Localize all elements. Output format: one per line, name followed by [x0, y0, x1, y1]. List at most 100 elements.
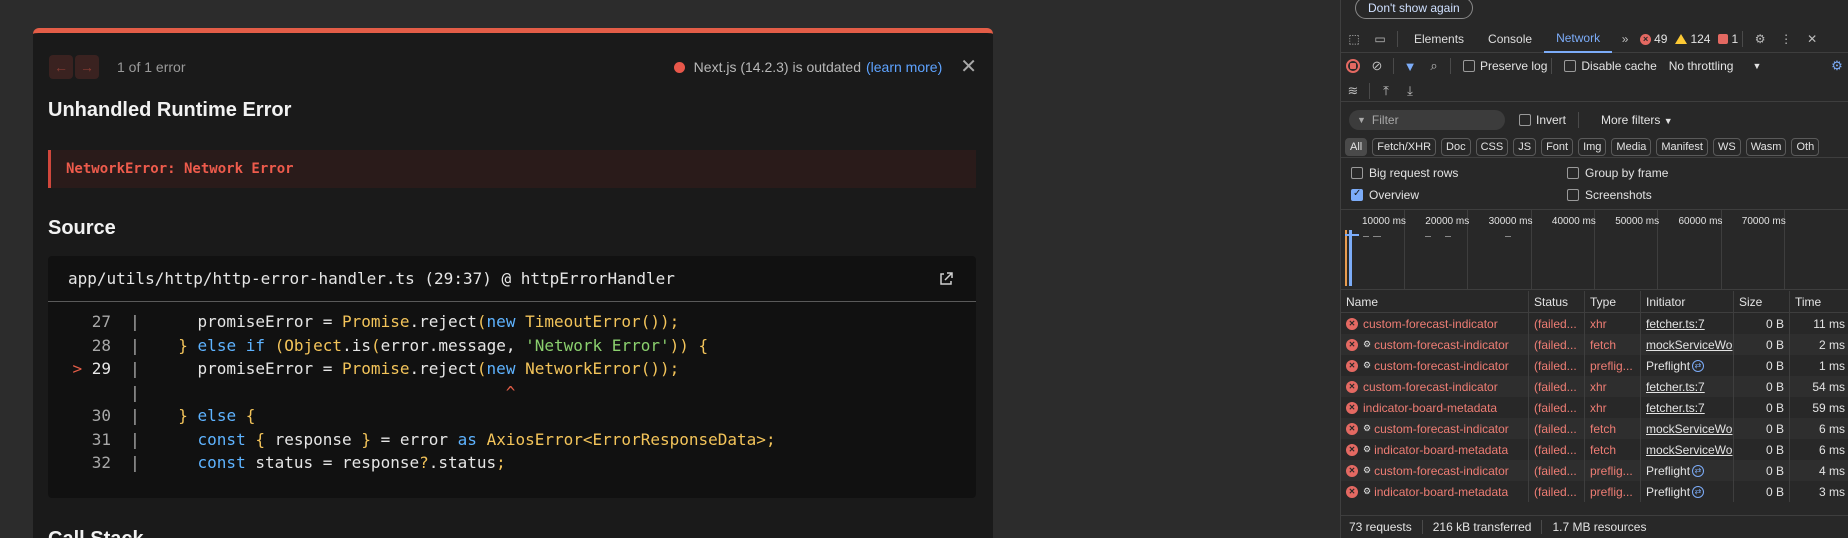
throttling-select[interactable]: No throttling ▼	[1669, 59, 1762, 73]
more-filters-dropdown[interactable]: More filters ▼	[1601, 113, 1673, 127]
type-filter-img[interactable]: Img	[1578, 137, 1607, 156]
table-row[interactable]: ✕ ⚙ indicator-board-metadata (failed... pref…	[1341, 481, 1848, 502]
more-filters-label: More filters	[1601, 113, 1661, 127]
column-header-time[interactable]: Time	[1790, 291, 1848, 312]
initiator-link[interactable]: mockServiceWo	[1646, 422, 1732, 436]
type-filter-font[interactable]: Font	[1541, 137, 1574, 156]
initiator-link[interactable]: fetcher.ts:7	[1646, 401, 1705, 415]
device-toolbar-icon[interactable]: ▭	[1367, 32, 1393, 46]
type-filter-oth[interactable]: Oth	[1791, 137, 1820, 156]
initiator-link[interactable]: mockServiceWo	[1646, 338, 1732, 352]
preserve-log-checkbox[interactable]: Preserve log	[1463, 59, 1547, 73]
dialog-header: ← → 1 of 1 error Next.js (14.2.3) is out…	[49, 55, 977, 79]
preflight-link-icon[interactable]: ⇄	[1692, 485, 1705, 498]
disable-cache-checkbox[interactable]: Disable cache	[1564, 59, 1657, 73]
initiator-link[interactable]: fetcher.ts:7	[1646, 380, 1705, 394]
table-row[interactable]: ✕ custom-forecast-indicator (failed... xhr f…	[1341, 313, 1848, 334]
close-icon[interactable]: ✕	[1799, 32, 1825, 46]
type-filter-ws[interactable]: WS	[1712, 137, 1741, 156]
console-badges[interactable]: × 49 124 1	[1640, 32, 1738, 46]
error-count: 49	[1654, 32, 1668, 46]
search-icon[interactable]: ⌕	[1422, 58, 1446, 74]
request-size: 0 B	[1734, 313, 1790, 334]
gear-icon[interactable]: ⚙	[1747, 32, 1773, 46]
network-conditions-icon[interactable]: ≋	[1341, 83, 1365, 99]
type-filter-media[interactable]: Media	[1611, 137, 1652, 156]
table-row[interactable]: ✕ ⚙ custom-forecast-indicator (failed... pre…	[1341, 460, 1848, 481]
tab-elements[interactable]: Elements	[1402, 26, 1476, 53]
column-header-name[interactable]: Name	[1341, 291, 1529, 312]
request-name-text: custom-forecast-indicator	[1363, 316, 1498, 331]
initiator-link[interactable]: mockServiceWo	[1646, 443, 1732, 457]
error-icon: ✕	[1346, 401, 1358, 414]
column-header-initiator[interactable]: Initiator	[1641, 291, 1734, 312]
inspect-element-icon[interactable]: ⬚	[1341, 32, 1367, 46]
import-har-icon[interactable]: ⤒	[1374, 83, 1398, 99]
divider	[1742, 31, 1744, 47]
line-number: 32	[91, 453, 111, 473]
type-filter-doc[interactable]: Doc	[1441, 137, 1471, 156]
invert-checkbox[interactable]: Invert	[1519, 113, 1566, 127]
kebab-menu-icon[interactable]: ⋮	[1773, 32, 1799, 46]
overview-checkbox[interactable]: Overview	[1351, 188, 1419, 202]
initiator-link[interactable]: fetcher.ts:7	[1646, 317, 1705, 331]
gutter-bar: |	[130, 312, 140, 332]
arrow-right-icon: →	[80, 59, 94, 75]
type-filter-js[interactable]: JS	[1513, 137, 1537, 156]
warning-count: 124	[1690, 32, 1711, 46]
type-filter-fetch-xhr[interactable]: Fetch/XHR	[1372, 137, 1437, 156]
close-icon[interactable]: ✕	[960, 57, 977, 77]
tab-network[interactable]: Network	[1544, 26, 1613, 53]
request-size: 0 B	[1734, 460, 1790, 481]
next-error-button[interactable]: →	[75, 55, 99, 79]
request-time: 2 ms	[1818, 337, 1845, 352]
preflight-link-icon[interactable]: ⇄	[1692, 359, 1705, 372]
screenshots-checkbox[interactable]: Screenshots	[1567, 188, 1652, 202]
filter-icon[interactable]: ▼	[1398, 59, 1422, 74]
page-title: Unhandled Runtime Error	[48, 99, 292, 121]
column-header-type[interactable]: Type	[1585, 291, 1641, 312]
export-har-icon[interactable]: ⤓	[1398, 83, 1422, 99]
network-request-table: Name Status Type Initiator Size Time ✕ cu…	[1341, 291, 1848, 502]
learn-more-link[interactable]: (learn more)	[866, 59, 942, 75]
network-settings-icon[interactable]: ⚙	[1825, 58, 1848, 74]
source-heading: Source	[48, 217, 116, 239]
group-by-frame-checkbox[interactable]: Group by frame	[1567, 166, 1668, 180]
table-row[interactable]: ✕ ⚙ custom-forecast-indicator (failed... pre…	[1341, 355, 1848, 376]
timeline-tick-label: 10000 ms	[1362, 216, 1406, 227]
table-row[interactable]: ✕ indicator-board-metadata (failed... xhr fe…	[1341, 397, 1848, 418]
dont-show-again-button[interactable]: Don't show again	[1355, 0, 1473, 19]
record-icon[interactable]	[1341, 59, 1365, 73]
type-filter-wasm[interactable]: Wasm	[1745, 137, 1787, 156]
source-file-header[interactable]: app/utils/http/http-error-handler.ts (29…	[48, 256, 976, 302]
timeline-overview[interactable]: 10000 ms 20000 ms 30000 ms 40000 ms 50000 ms…	[1341, 210, 1848, 290]
network-options: Big request rows Group by frame Overview…	[1341, 160, 1848, 210]
overview-label: Overview	[1369, 188, 1420, 202]
preflight-link-icon[interactable]: ⇄	[1692, 464, 1705, 477]
tab-console[interactable]: Console	[1476, 26, 1544, 53]
type-filter-all[interactable]: All	[1345, 137, 1368, 156]
line-number: 28	[91, 335, 111, 355]
table-row[interactable]: ✕ ⚙ custom-forecast-indicator (failed... fet…	[1341, 418, 1848, 439]
divider	[1369, 82, 1370, 99]
column-header-size[interactable]: Size	[1734, 291, 1790, 312]
table-row[interactable]: ✕ custom-forecast-indicator (failed... xhr f…	[1341, 376, 1848, 397]
big-request-rows-checkbox[interactable]: Big request rows	[1351, 166, 1458, 180]
table-row[interactable]: ✕ ⚙ indicator-board-metadata (failed... fetc…	[1341, 439, 1848, 460]
type-filter-manifest[interactable]: Manifest	[1656, 137, 1708, 156]
prev-error-button[interactable]: ←	[49, 55, 73, 79]
column-header-status[interactable]: Status	[1529, 291, 1585, 312]
resources-size: 1.7 MB resources	[1552, 520, 1647, 534]
clear-icon[interactable]: ⊘	[1365, 58, 1389, 74]
outdated-text: Next.js (14.2.3) is outdated	[693, 59, 861, 75]
type-filter-css[interactable]: CSS	[1475, 137, 1509, 156]
timeline-tick-label: 50000 ms	[1615, 216, 1660, 227]
request-status: (failed...	[1529, 439, 1585, 460]
table-row[interactable]: ✕ ⚙ custom-forecast-indicator (failed... fet…	[1341, 334, 1848, 355]
filter-input[interactable]: ▼ Filter	[1349, 110, 1505, 130]
filter-row: ▼ Filter Invert More filters ▼	[1341, 108, 1848, 132]
external-link-icon[interactable]	[938, 271, 954, 287]
more-tabs-icon[interactable]: »	[1612, 32, 1638, 46]
request-status: (failed...	[1529, 418, 1585, 439]
code-line: 31 | const { response } = error as AxiosE…	[48, 428, 976, 452]
